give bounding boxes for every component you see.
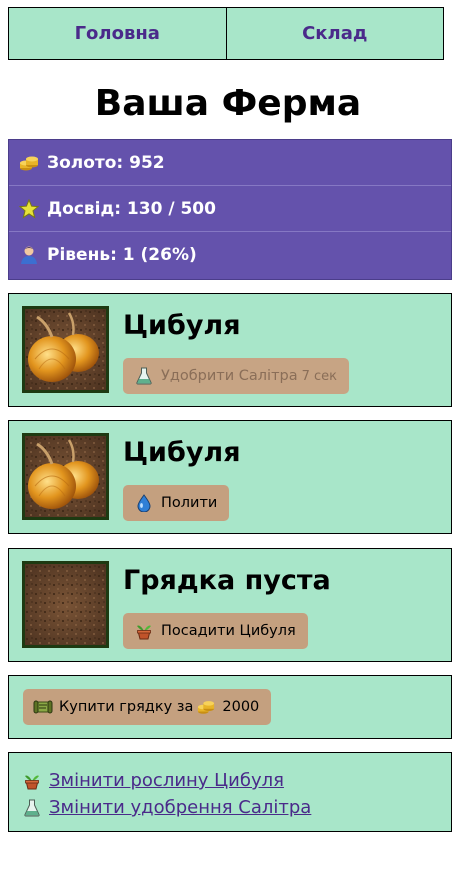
stat-level: Рівень: 1 (26%) [9,232,451,278]
level-value: Рівень: 1 (26%) [47,245,197,265]
gold-coins-icon [20,156,38,170]
tab-storage[interactable]: Склад [225,7,444,60]
plant-label: Посадити Цибуля [161,623,296,639]
change-plant-row: Змінити рослину Цибуля [23,767,451,794]
flask-icon [136,367,152,385]
page-title: Ваша Ферма [94,83,362,124]
buy-plot-price: 2000 [222,699,260,715]
tab-home[interactable]: Головна [8,7,227,60]
plot-name: Цибуля [123,437,241,468]
water-drop-icon [137,494,151,512]
water-label: Полити [161,495,218,511]
sprout-pot-icon [137,625,151,640]
experience-value: Досвід: 130 / 500 [47,198,216,219]
change-fertilizer-row: Змінити удобрення Салітра [23,794,451,821]
empty-soil-image [22,561,109,648]
stat-experience: Досвід: 130 / 500 [9,186,451,232]
sprout-pot-icon [25,775,39,789]
gold-value: Золото: 952 [47,152,165,173]
garden-plot: Грядка пуста Посадити Цибуля [8,548,452,662]
onion-plot-image [22,306,109,393]
garden-plot: Цибуля Удобрити Салітра 7 сек [8,293,452,407]
onion-plot-image [22,433,109,520]
fertilize-label: Удобрити Салітра [161,368,298,384]
change-fertilizer-link[interactable]: Змінити удобрення Салітра [49,797,311,818]
buy-plot-label: Купити грядку за [59,699,194,715]
scroll-icon [33,700,53,714]
onion-icon [25,436,106,517]
plot-name: Цибуля [123,310,241,341]
plant-button[interactable]: Посадити Цибуля [123,613,308,649]
plot-name: Грядка пуста [123,565,331,596]
fertilize-timer: 7 сек [301,368,338,384]
change-plant-link[interactable]: Змінити рослину Цибуля [49,770,284,791]
gold-coins-icon [198,701,215,714]
onion-icon [25,309,106,390]
star-icon [19,198,39,218]
fertilize-button[interactable]: Удобрити Салітра 7 сек [123,358,350,394]
settings-links-panel: Змінити рослину Цибуля Змінити удобрення… [8,752,452,832]
stat-gold: Золото: 952 [9,140,451,186]
buy-plot-panel: Купити грядку за 2000 [8,675,452,739]
flask-icon [24,799,40,816]
user-icon [21,246,37,264]
garden-plot: Цибуля Полити [8,420,452,534]
buy-plot-button[interactable]: Купити грядку за 2000 [23,689,272,725]
stats-panel: Золото: 952 Досвід: 130 / 500 Рівень: 1 … [8,139,452,280]
soil-icon [25,564,106,645]
water-button[interactable]: Полити [123,485,230,521]
top-nav: Головна Склад [8,7,444,60]
